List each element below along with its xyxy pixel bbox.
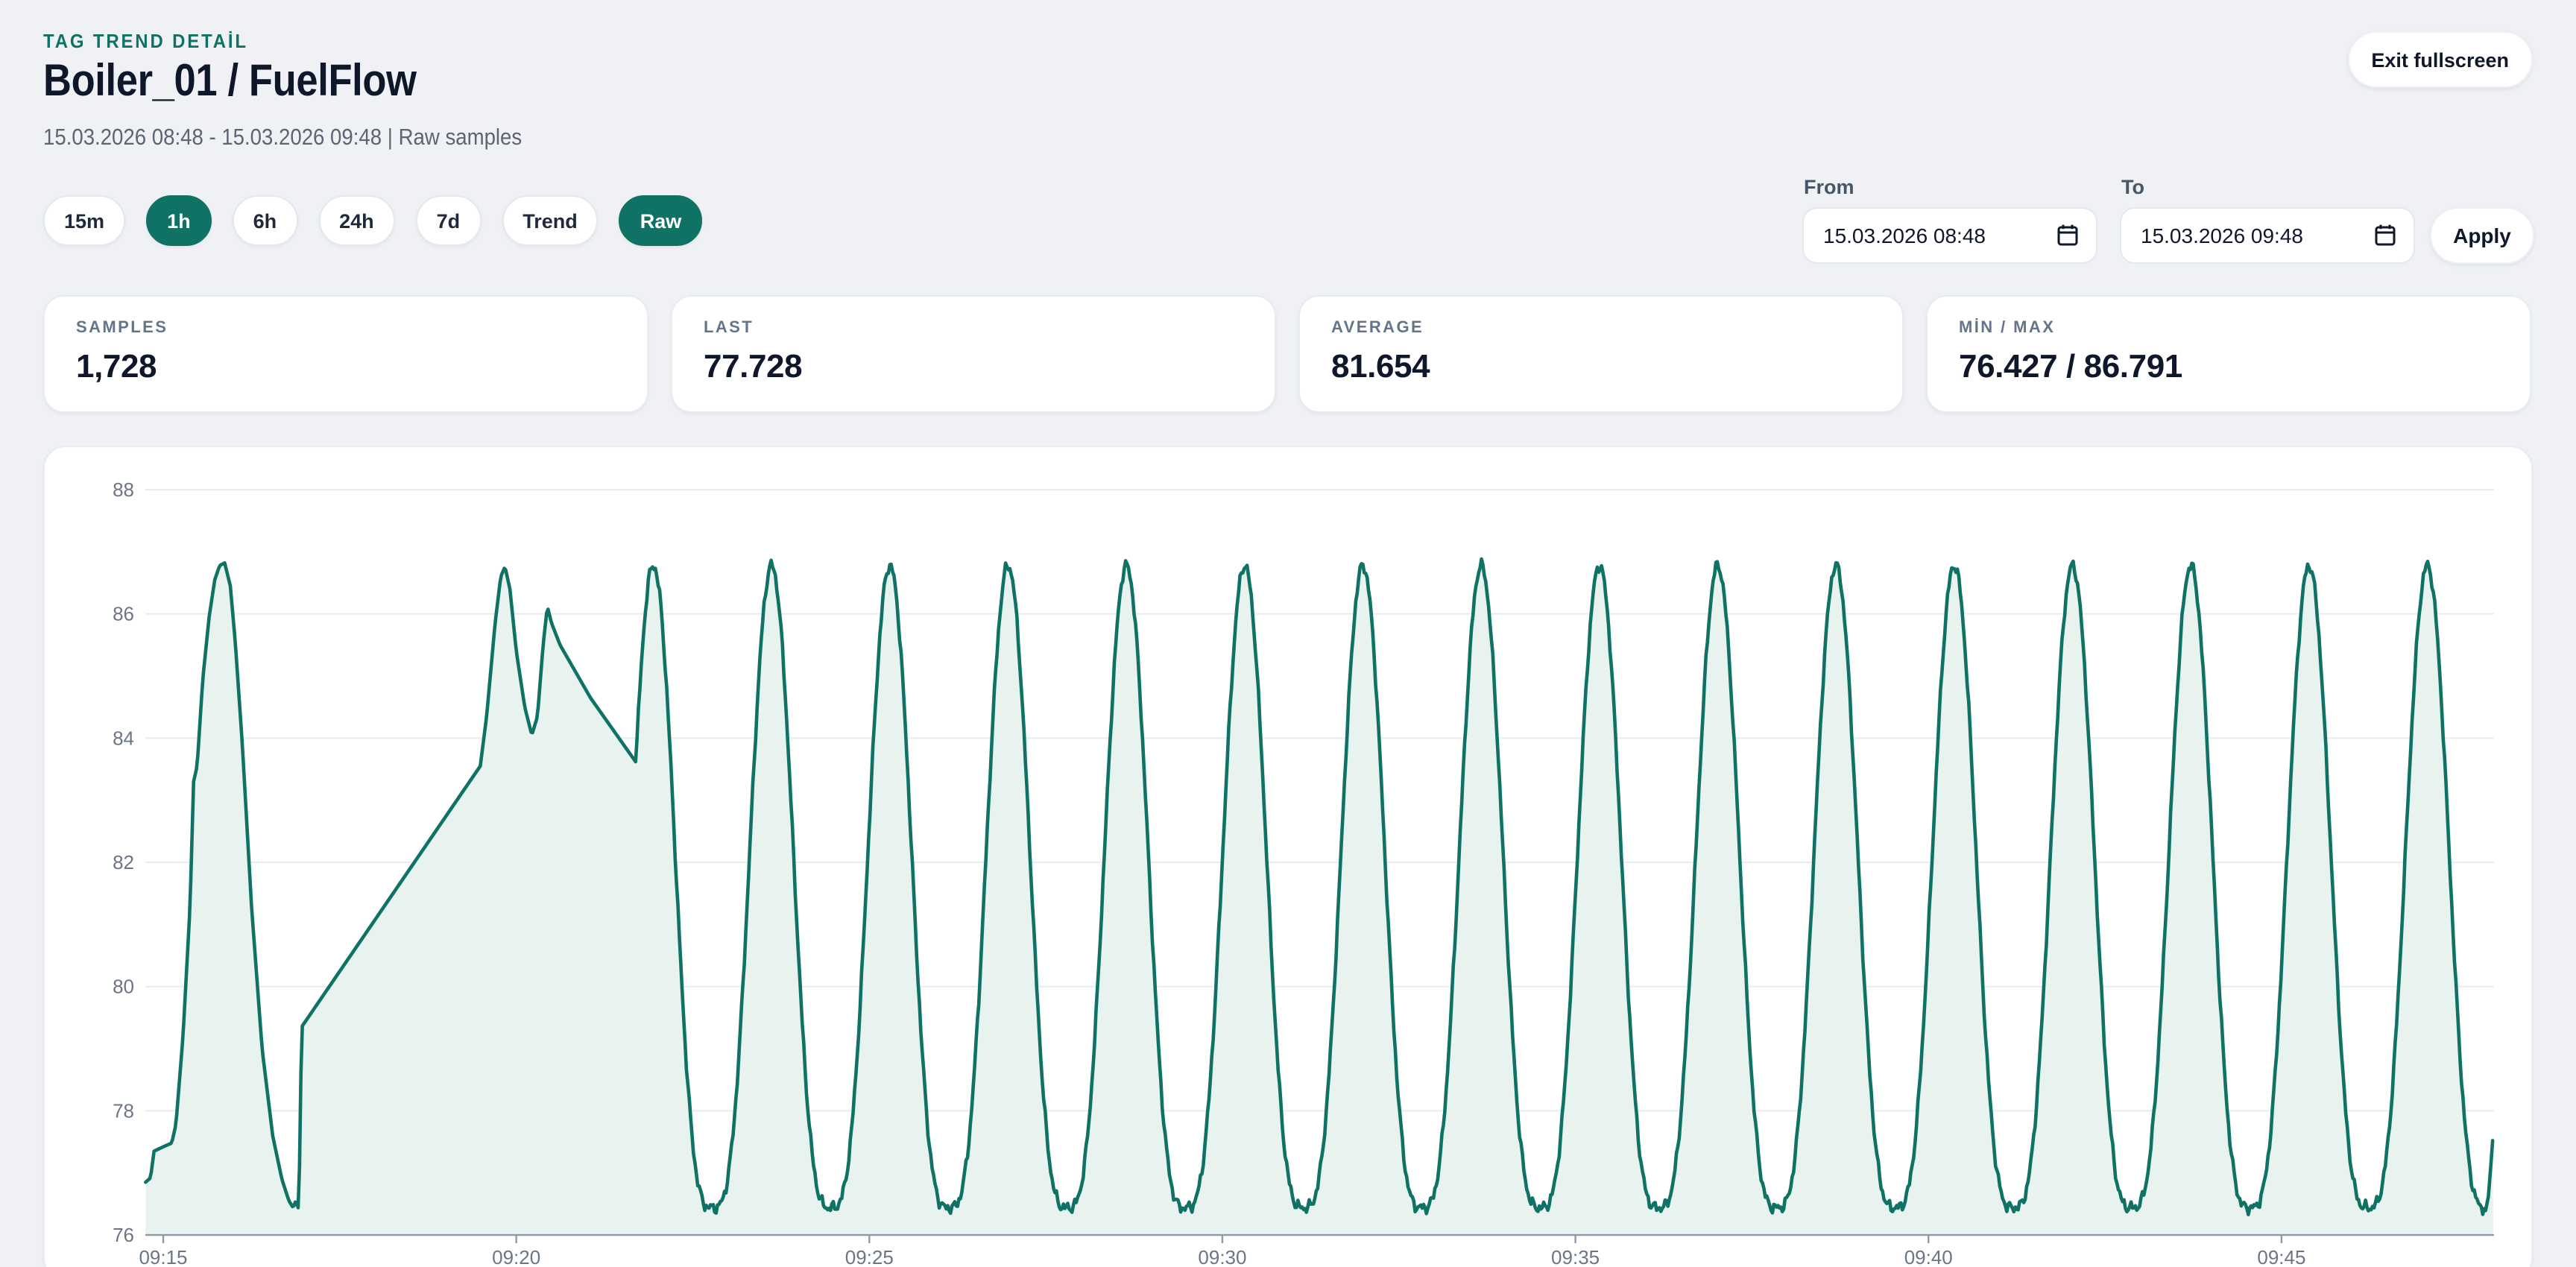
stat-value: 77.728 — [704, 347, 1243, 386]
svg-text:88: 88 — [113, 478, 134, 501]
stat-label: SAMPLES — [76, 319, 616, 337]
trend-chart-canvas[interactable]: 8886848280787609:1509:2009:2509:3009:350… — [45, 447, 2534, 1267]
exit-fullscreen-button[interactable]: Exit fullscreen — [2347, 31, 2533, 88]
time-range-pills: 15m 1h 6h 24h 7d Trend Raw — [43, 195, 702, 246]
calendar-icon[interactable] — [2057, 224, 2078, 246]
range-pill-24h[interactable]: 24h — [318, 195, 395, 246]
range-pill-1h[interactable]: 1h — [146, 195, 212, 246]
to-label: To — [2121, 176, 2144, 198]
stat-card: LAST 77.728 — [671, 295, 1276, 413]
svg-text:09:40: 09:40 — [1904, 1246, 1953, 1267]
range-pill-7d[interactable]: 7d — [416, 195, 482, 246]
from-label: From — [1804, 176, 1854, 198]
page-title: Boiler_01 / FuelFlow — [43, 57, 417, 107]
range-pill-6h[interactable]: 6h — [233, 195, 298, 246]
svg-text:78: 78 — [113, 1099, 134, 1122]
svg-text:82: 82 — [113, 851, 134, 873]
stat-card: MİN / MAX 76.427 / 86.791 — [1926, 295, 2531, 413]
svg-text:86: 86 — [113, 603, 134, 625]
x-axis — [145, 1235, 2494, 1243]
apply-button[interactable]: Apply — [2430, 207, 2534, 264]
svg-text:09:35: 09:35 — [1551, 1246, 1600, 1267]
stat-value: 76.427 / 86.791 — [1959, 347, 2498, 386]
stats-row: SAMPLES 1,728 LAST 77.728 AVERAGE 81.654 MİN /… — [43, 295, 2531, 413]
stat-label: LAST — [704, 319, 1243, 337]
stat-value: 81.654 — [1331, 347, 1871, 386]
trend-chart-card: 8886848280787609:1509:2009:2509:3009:350… — [43, 446, 2533, 1267]
svg-text:09:20: 09:20 — [492, 1246, 540, 1267]
calendar-icon[interactable] — [2375, 224, 2396, 246]
svg-text:80: 80 — [113, 976, 134, 998]
stat-card: SAMPLES 1,728 — [43, 295, 648, 413]
stat-label: MİN / MAX — [1959, 319, 2498, 337]
range-pill-raw[interactable]: Raw — [619, 195, 703, 246]
series-area — [145, 559, 2493, 1235]
range-pill-trend[interactable]: Trend — [502, 195, 599, 246]
page-eyebrow: TAG TREND DETAİL — [43, 30, 248, 52]
range-pill-15m[interactable]: 15m — [43, 195, 125, 246]
svg-text:84: 84 — [113, 727, 134, 749]
svg-text:09:30: 09:30 — [1198, 1246, 1246, 1267]
svg-text:09:45: 09:45 — [2257, 1246, 2305, 1267]
stat-label: AVERAGE — [1331, 319, 1871, 337]
svg-text:09:15: 09:15 — [139, 1246, 187, 1267]
to-input[interactable] — [2120, 207, 2415, 264]
stat-value: 1,728 — [76, 347, 616, 386]
stat-card: AVERAGE 81.654 — [1298, 295, 1904, 413]
y-axis-labels: 88 86 84 82 80 78 76 — [113, 478, 134, 1246]
svg-text:76: 76 — [113, 1224, 134, 1246]
tag-trend-detail-page: TAG TREND DETAİL Boiler_01 / FuelFlow 15… — [0, 0, 2576, 1267]
from-field — [1802, 207, 2097, 264]
x-axis-labels: 09:15 09:20 09:25 09:30 09:35 09:40 09:45 — [139, 1246, 2305, 1267]
svg-text:09:25: 09:25 — [845, 1246, 894, 1267]
from-input[interactable] — [1802, 207, 2097, 264]
to-field — [2120, 207, 2415, 264]
page-subtitle: 15.03.2026 08:48 - 15.03.2026 09:48 | Ra… — [43, 125, 522, 152]
